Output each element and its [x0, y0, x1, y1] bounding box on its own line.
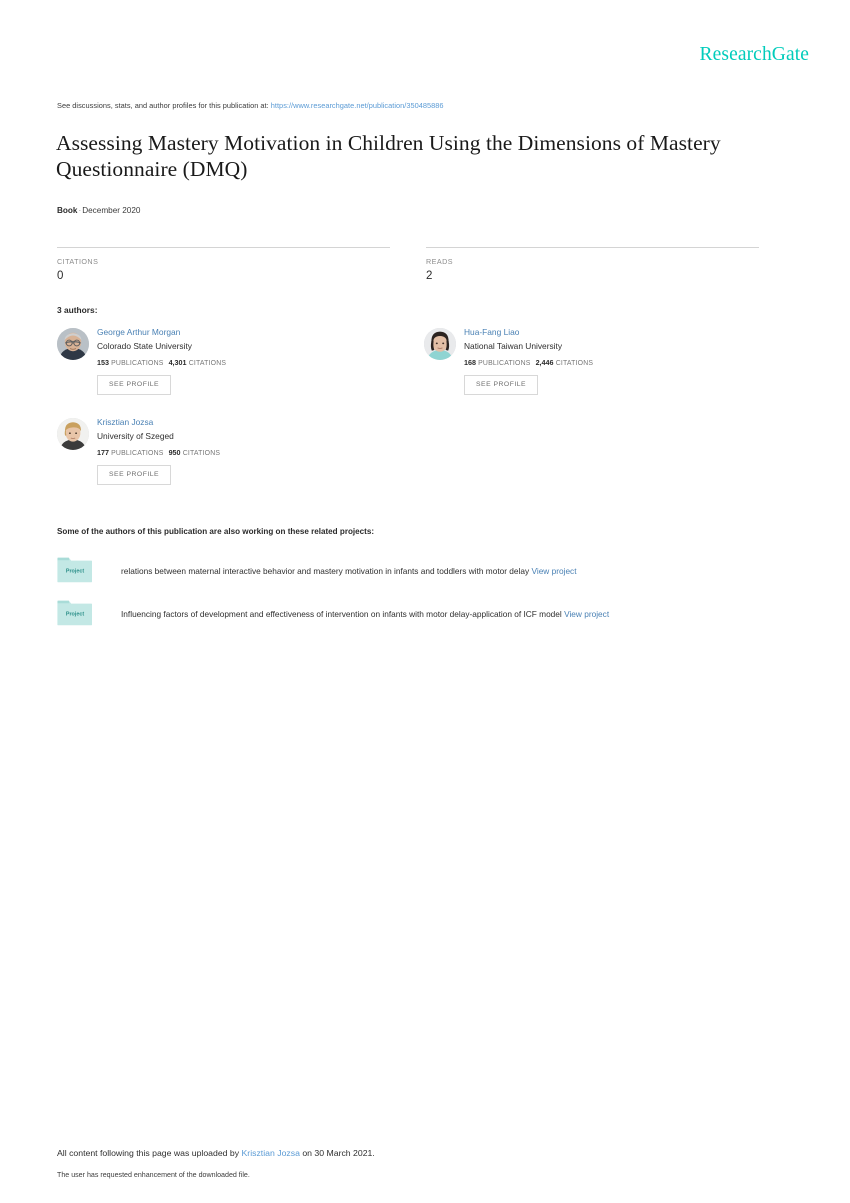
uploader-name-link[interactable]: Krisztian Jozsa: [242, 1148, 300, 1158]
citations-label: CITATIONS: [188, 360, 227, 367]
project-folder-label: Project: [66, 569, 84, 575]
author-affiliation: Colorado State University: [97, 341, 192, 351]
author-card: Krisztian Jozsa University of Szeged 177…: [57, 417, 417, 507]
project-title: relations between maternal interactive b…: [121, 566, 530, 576]
view-project-link[interactable]: View project: [531, 566, 576, 576]
see-profile-button[interactable]: SEE PROFILE: [97, 465, 172, 485]
upload-attribution: All content following this page was uplo…: [57, 1148, 375, 1158]
avatar-photo-male-glasses-icon[interactable]: [57, 328, 89, 360]
author-name-link[interactable]: Krisztian Jozsa: [97, 417, 417, 428]
project-entry: relations between maternal interactive b…: [121, 565, 577, 577]
author-details: George Arthur Morgan Colorado State Univ…: [97, 327, 417, 395]
author-stats: 168 PUBLICATIONS 2,446 CITATIONS: [464, 358, 784, 367]
author-card: Hua-Fang Liao National Taiwan University…: [424, 327, 784, 417]
project-entry: Influencing factors of development and e…: [121, 608, 609, 620]
metric-divider: [426, 247, 759, 248]
citations-label: CITATIONS: [555, 360, 594, 367]
see-profile-button[interactable]: SEE PROFILE: [464, 375, 539, 395]
project-folder-icon[interactable]: Project: [57, 597, 93, 627]
author-details: Hua-Fang Liao National Taiwan University…: [464, 327, 784, 395]
publications-label: PUBLICATIONS: [111, 450, 164, 457]
author-citations-count: 4,301: [168, 358, 187, 367]
view-project-link[interactable]: View project: [564, 609, 609, 619]
publication-type: Book: [57, 206, 78, 215]
researchgate-publication-page: ResearchGate See discussions, stats, and…: [0, 0, 850, 1203]
metric-reads: READS 2: [426, 247, 759, 282]
see-profile-button[interactable]: SEE PROFILE: [97, 375, 172, 395]
author-citations-count: 950: [168, 448, 181, 457]
author-card: George Arthur Morgan Colorado State Univ…: [57, 327, 417, 417]
see-discussions-line: See discussions, stats, and author profi…: [57, 101, 444, 110]
publication-type-line: Book·December 2020: [57, 206, 140, 215]
author-publications-count: 153: [97, 358, 109, 367]
publications-label: PUBLICATIONS: [478, 360, 531, 367]
author-citations-count: 2,446: [535, 358, 554, 367]
author-affiliation: University of Szeged: [97, 431, 174, 441]
enhancement-note: The user has requested enhancement of th…: [57, 1171, 250, 1179]
project-folder-label: Project: [66, 612, 84, 618]
metric-value: 0: [57, 270, 64, 282]
avatar-photo-female-bob-icon[interactable]: [424, 328, 456, 360]
project-title: Influencing factors of development and e…: [121, 609, 562, 619]
avatar-photo-male-blond-icon[interactable]: [57, 418, 89, 450]
author-affiliation: National Taiwan University: [464, 341, 563, 351]
citations-label: CITATIONS: [182, 450, 221, 457]
project-row: Project Influencing factors of developme…: [57, 597, 797, 629]
see-discussions-text: See discussions, stats, and author profi…: [57, 101, 269, 110]
project-row: Project relations between maternal inter…: [57, 554, 797, 586]
upload-suffix-text: on 30 March 2021.: [302, 1148, 375, 1158]
author-stats: 177 PUBLICATIONS 950 CITATIONS: [97, 448, 417, 457]
metric-label: READS: [426, 257, 454, 266]
metric-label: CITATIONS: [57, 257, 99, 266]
author-name-link[interactable]: Hua-Fang Liao: [464, 327, 784, 338]
author-publications-count: 168: [464, 358, 476, 367]
publication-url-link[interactable]: https://www.researchgate.net/publication…: [271, 101, 444, 110]
authors-count-heading: 3 authors:: [57, 305, 98, 315]
publications-label: PUBLICATIONS: [111, 360, 164, 367]
publication-date: December 2020: [82, 206, 141, 215]
project-folder-icon[interactable]: Project: [57, 554, 93, 584]
researchgate-logo[interactable]: ResearchGate: [700, 44, 809, 66]
author-details: Krisztian Jozsa University of Szeged 177…: [97, 417, 417, 485]
author-publications-count: 177: [97, 448, 109, 457]
metric-citations: CITATIONS 0: [57, 247, 390, 282]
page-title: Assessing Mastery Motivation in Children…: [56, 131, 721, 181]
author-name-link[interactable]: George Arthur Morgan: [97, 327, 417, 338]
author-stats: 153 PUBLICATIONS 4,301 CITATIONS: [97, 358, 417, 367]
upload-prefix-text: All content following this page was uplo…: [57, 1148, 240, 1158]
metric-value: 2: [426, 270, 433, 282]
related-projects-heading: Some of the authors of this publication …: [57, 527, 375, 536]
metric-divider: [57, 247, 390, 248]
